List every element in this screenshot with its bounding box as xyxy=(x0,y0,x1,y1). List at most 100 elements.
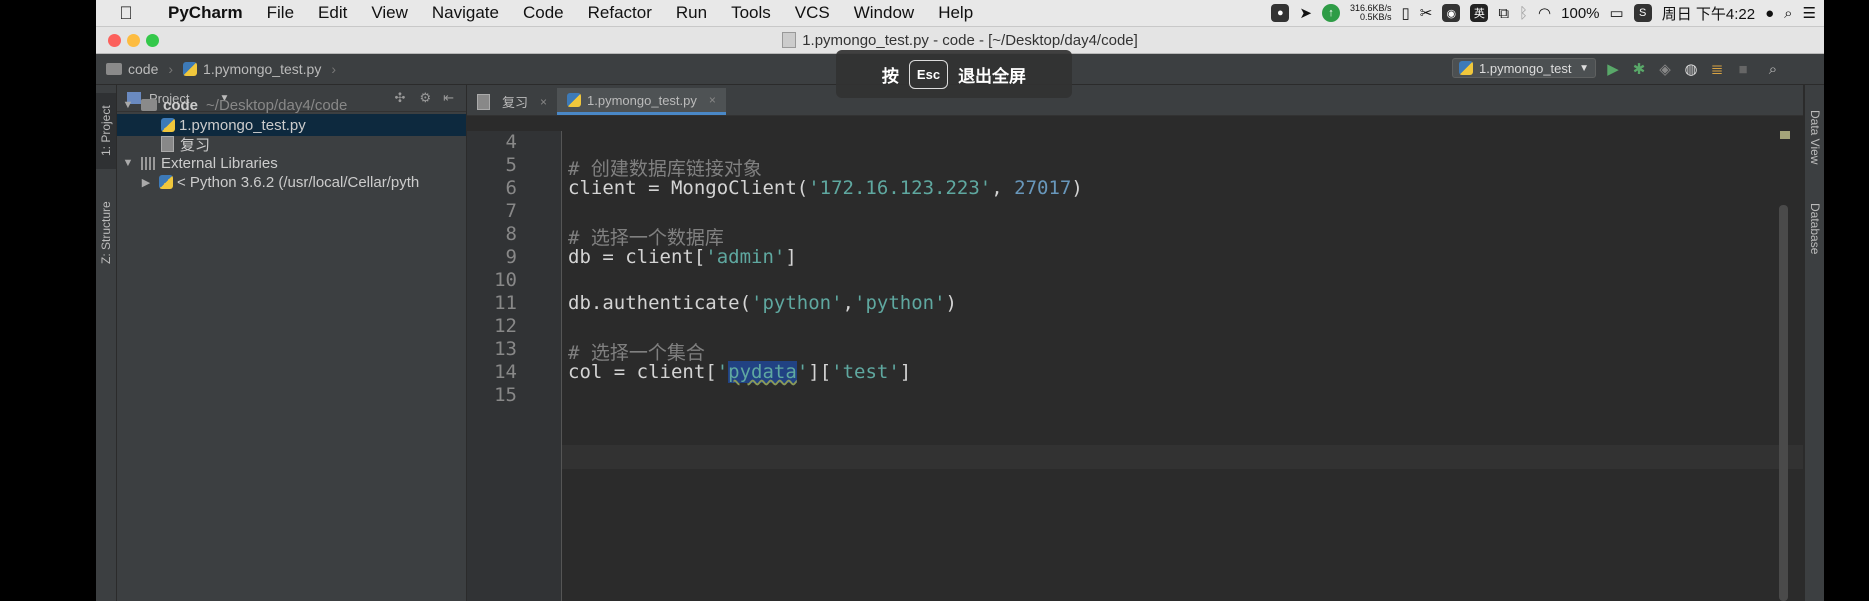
apple-icon[interactable]:  xyxy=(96,3,156,24)
fullscreen-exit-hint: 按 Esc 退出全屏 xyxy=(836,50,1072,98)
tab-project-tool[interactable]: 1: Project xyxy=(96,93,116,169)
line-number: 12 xyxy=(494,315,517,337)
line-number: 14 xyxy=(494,361,517,383)
notification-list-icon[interactable]: ☰ xyxy=(1803,4,1816,22)
send-icon[interactable]: ➤ xyxy=(1299,4,1312,22)
python-file-icon xyxy=(1459,61,1473,75)
line-number: 15 xyxy=(494,384,517,406)
stop-icon[interactable]: ■ xyxy=(1734,60,1752,78)
ime-indicator[interactable]: 英 xyxy=(1470,4,1489,22)
s-app-icon[interactable]: S xyxy=(1633,4,1652,22)
net-down: 0.5KB/s xyxy=(1359,12,1392,22)
line-number: 8 xyxy=(505,223,517,245)
spotlight-search-icon[interactable]: ⌕ xyxy=(1784,5,1792,22)
menu-view[interactable]: View xyxy=(359,3,420,23)
mac-menubar:  PyCharm File Edit View Navigate Code R… xyxy=(96,0,1824,27)
run-config-label: 1.pymongo_test xyxy=(1479,60,1572,76)
tree-external-label: External Libraries xyxy=(161,154,278,172)
run-config-select[interactable]: 1.pymongo_test ▼ xyxy=(1452,58,1596,78)
line-number: 13 xyxy=(494,338,517,360)
expand-arrow-icon[interactable]: ▼ xyxy=(121,157,135,169)
menu-edit[interactable]: Edit xyxy=(306,3,359,23)
menu-vcs[interactable]: VCS xyxy=(783,3,842,23)
battery-percent[interactable]: 100% xyxy=(1561,5,1599,22)
line-number: 11 xyxy=(494,292,517,314)
editor-scrollbar[interactable] xyxy=(1779,205,1788,601)
code-line-9[interactable]: db = client['admin'] xyxy=(568,246,797,268)
number-literal: 27017 xyxy=(1014,177,1072,199)
line-number: 6 xyxy=(505,177,517,199)
window-icon[interactable]: ⧉ xyxy=(1498,5,1509,22)
left-tool-strip: 1: Project Z: Structure xyxy=(96,85,117,601)
menu-tools[interactable]: Tools xyxy=(719,3,783,23)
code-line-6[interactable]: client = MongoClient('172.16.123.223', 2… xyxy=(568,177,1083,199)
minimize-window-button[interactable] xyxy=(127,34,140,47)
hint-prefix: 按 xyxy=(881,66,899,86)
user-icon[interactable]: ● xyxy=(1765,5,1774,22)
tab-pymongo-test[interactable]: 1.pymongo_test.py × xyxy=(557,88,726,115)
breadcrumb-folder[interactable]: code xyxy=(128,61,158,77)
code-line-11[interactable]: db.authenticate('python','python') xyxy=(568,292,957,314)
clock[interactable]: 周日 下午4:22 xyxy=(1662,3,1755,24)
inspection-marker[interactable] xyxy=(1780,131,1790,139)
text-file-icon xyxy=(161,136,174,152)
zoom-window-button[interactable] xyxy=(146,34,159,47)
string-literal: '172.16.123.223' xyxy=(808,177,992,199)
coverage-icon[interactable]: ◈ xyxy=(1656,60,1674,78)
wifi-icon[interactable]: ◠ xyxy=(1538,4,1551,22)
close-window-button[interactable] xyxy=(108,34,121,47)
tree-python-sdk[interactable]: ▶ < Python 3.6.2 (/usr/local/Cellar/pyth xyxy=(117,171,466,193)
menu-file[interactable]: File xyxy=(255,3,306,23)
breadcrumb-file[interactable]: 1.pymongo_test.py xyxy=(203,61,321,77)
screen:  PyCharm File Edit View Navigate Code R… xyxy=(96,0,1824,601)
tree-root-code[interactable]: ▼ code ~/Desktop/day4/code xyxy=(117,94,466,116)
search-everywhere-icon[interactable]: ⌕ xyxy=(1764,60,1782,78)
tab-review[interactable]: 复习 × xyxy=(467,88,557,115)
menu-run[interactable]: Run xyxy=(664,3,719,23)
line-number: 7 xyxy=(505,200,517,222)
right-tool-strip: Data View Database xyxy=(1804,85,1824,601)
battery-icon[interactable]: ▭ xyxy=(1610,4,1624,22)
string-literal: 'python' xyxy=(751,292,843,314)
app-status-icon[interactable]: ● xyxy=(1271,4,1290,22)
python-file-icon xyxy=(161,118,175,132)
tab-data-view[interactable]: Data View xyxy=(1805,95,1824,179)
mic-icon[interactable]: ◉ xyxy=(1442,4,1461,22)
tab-structure-tool[interactable]: Z: Structure xyxy=(96,185,116,281)
menu-app-name[interactable]: PyCharm xyxy=(156,3,255,23)
tree-file-label: 1.pymongo_test.py xyxy=(179,116,306,134)
selected-text: pydata xyxy=(728,361,797,383)
upload-icon[interactable]: ↑ xyxy=(1321,4,1340,22)
run-icon[interactable]: ▶ xyxy=(1604,60,1622,78)
tab-label: 复习 xyxy=(502,95,529,110)
menu-code[interactable]: Code xyxy=(511,3,576,23)
menu-navigate[interactable]: Navigate xyxy=(420,3,511,23)
bluetooth-icon[interactable]: ᛒ xyxy=(1519,5,1528,22)
string-literal: 'test' xyxy=(831,361,900,383)
close-icon[interactable]: × xyxy=(709,93,716,107)
expand-arrow-icon[interactable]: ▼ xyxy=(121,99,135,111)
debug-icon[interactable]: ✱ xyxy=(1630,60,1648,78)
current-line-highlight xyxy=(562,445,1803,469)
python-sdk-icon xyxy=(159,175,173,189)
phone-icon[interactable]: ▯ xyxy=(1401,4,1409,22)
menu-window[interactable]: Window xyxy=(842,3,926,23)
tab-label: 1.pymongo_test.py xyxy=(587,92,697,108)
collapse-arrow-icon[interactable]: ▶ xyxy=(139,176,153,189)
concurrency-icon[interactable]: ≣ xyxy=(1708,60,1726,78)
window-title: 1.pymongo_test.py - code - [~/Desktop/da… xyxy=(802,31,1138,49)
profile-icon[interactable]: ◍ xyxy=(1682,60,1700,78)
string-literal: 'admin' xyxy=(705,246,786,268)
python-file-icon xyxy=(567,93,582,107)
root-folder-name: code xyxy=(163,96,199,114)
scissors-icon[interactable]: ✂ xyxy=(1420,4,1433,22)
close-icon[interactable]: × xyxy=(540,95,547,109)
menu-help[interactable]: Help xyxy=(926,3,985,23)
menu-refactor[interactable]: Refactor xyxy=(576,3,664,23)
status-area: ● ➤ ↑ 316.6KB/s 0.5KB/s ▯ ✂ ◉ 英 ⧉ ᛒ ◠ 10… xyxy=(1271,0,1816,26)
file-icon xyxy=(782,32,797,48)
code-line-14[interactable]: col = client['pydata']['test'] xyxy=(568,361,911,383)
string-literal: 'python' xyxy=(854,292,946,314)
tab-database[interactable]: Database xyxy=(1805,189,1824,269)
root-folder-path: ~/Desktop/day4/code xyxy=(206,96,348,114)
